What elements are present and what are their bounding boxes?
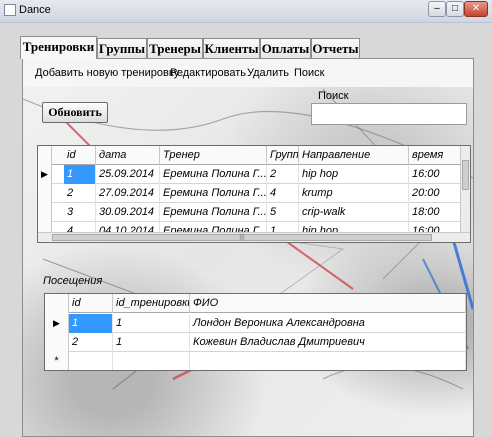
cell-time[interactable]: 16:00: [409, 165, 461, 184]
cell-id[interactable]: 1: [64, 165, 96, 184]
new-row[interactable]: *: [45, 352, 466, 370]
app-icon: [4, 4, 16, 16]
current-row-indicator: ▶: [38, 165, 52, 184]
column-header-full-name[interactable]: ФИО: [190, 294, 466, 313]
menu-delete[interactable]: Удалить: [247, 67, 289, 79]
cell-trainer[interactable]: Еремина Полина Г...: [160, 184, 267, 203]
tab-trainings[interactable]: Тренировки: [20, 36, 97, 59]
visits-label: Посещения: [43, 275, 103, 287]
cell-full-name[interactable]: Кожевин Владислав Дмитриевич: [190, 333, 466, 352]
search-label: Поиск: [318, 90, 349, 102]
column-header-id[interactable]: id: [64, 146, 96, 165]
tab-clients[interactable]: Клиенты: [203, 38, 260, 58]
visits-grid[interactable]: id id_тренировки ФИО ▶ 1 1 Лондон Верони…: [44, 293, 467, 371]
table-row[interactable]: ▶ 1 1 Лондон Вероника Александровна: [45, 314, 466, 333]
menu-add-training[interactable]: Добавить новую тренировку: [35, 67, 179, 79]
row-header: [38, 184, 52, 203]
column-header-trainer[interactable]: Тренер: [160, 146, 267, 165]
cell-date[interactable]: 27.09.2014: [96, 184, 160, 203]
minimize-button[interactable]: –: [428, 1, 446, 17]
horizontal-scroll-thumb[interactable]: |||: [52, 234, 432, 241]
cell-id[interactable]: 2: [69, 333, 113, 352]
cell-training-id[interactable]: 1: [113, 314, 190, 333]
table-row[interactable]: 2 27.09.2014 Еремина Полина Г... 4 krump…: [38, 184, 470, 203]
cell-direction[interactable]: krump: [299, 184, 409, 203]
column-header-time[interactable]: время: [409, 146, 461, 165]
cell-direction[interactable]: hip hop: [299, 165, 409, 184]
table-row[interactable]: 3 30.09.2014 Еремина Полина Г... 5 crip-…: [38, 203, 470, 222]
table-row[interactable]: ▶ 1 25.09.2014 Еремина Полина Г... 2 hip…: [38, 165, 470, 184]
trainings-header-row: id дата Тренер Группа Направление время: [38, 146, 470, 165]
menu-search[interactable]: Поиск: [294, 67, 324, 79]
column-header-direction[interactable]: Направление: [299, 146, 409, 165]
cell-id[interactable]: 2: [64, 184, 96, 203]
window-title: Dance: [19, 4, 51, 16]
cell-full-name[interactable]: Лондон Вероника Александровна: [190, 314, 466, 333]
cell-time[interactable]: 18:00: [409, 203, 461, 222]
cell-training-id[interactable]: [113, 352, 190, 370]
cell-group[interactable]: 2: [267, 165, 299, 184]
table-row[interactable]: 2 1 Кожевин Владислав Дмитриевич: [45, 333, 466, 352]
close-button[interactable]: ✕: [464, 1, 488, 17]
cell-id[interactable]: 1: [69, 314, 113, 333]
cell-date[interactable]: 25.09.2014: [96, 165, 160, 184]
maximize-button[interactable]: □: [446, 1, 464, 17]
visits-header-row: id id_тренировки ФИО: [45, 294, 466, 313]
tab-reports[interactable]: Отчеты: [311, 38, 360, 58]
vertical-scrollbar[interactable]: [460, 146, 470, 232]
cell-direction[interactable]: crip-walk: [299, 203, 409, 222]
new-row-indicator: *: [45, 352, 69, 370]
cell-full-name[interactable]: [190, 352, 466, 370]
cell-trainer[interactable]: Еремина Полина Г...: [160, 203, 267, 222]
search-input[interactable]: [311, 103, 467, 125]
vertical-scroll-thumb[interactable]: [462, 160, 469, 190]
menu-bar: Добавить новую тренировку Редактировать …: [23, 59, 473, 87]
trainings-panel: Добавить новую тренировку Редактировать …: [22, 58, 474, 437]
trainings-grid[interactable]: id дата Тренер Группа Направление время …: [37, 145, 471, 243]
tab-groups[interactable]: Группы: [97, 38, 147, 58]
horizontal-scrollbar[interactable]: |||: [38, 232, 470, 242]
cell-group[interactable]: 5: [267, 203, 299, 222]
tab-payments[interactable]: Оплаты: [260, 38, 311, 58]
cell-time[interactable]: 20:00: [409, 184, 461, 203]
tab-trainers[interactable]: Тренеры: [147, 38, 203, 58]
row-header-corner: [45, 294, 69, 313]
row-header-corner: [38, 146, 52, 165]
cell-trainer[interactable]: Еремина Полина Г...: [160, 165, 267, 184]
column-header-training-id[interactable]: id_тренировки: [113, 294, 190, 313]
row-header: [38, 203, 52, 222]
refresh-button[interactable]: Обновить: [42, 102, 108, 123]
column-header-group[interactable]: Группа: [267, 146, 299, 165]
cell-id[interactable]: [69, 352, 113, 370]
title-bar: Dance – □ ✕: [0, 0, 492, 23]
column-header-date[interactable]: дата: [96, 146, 160, 165]
cell-training-id[interactable]: 1: [113, 333, 190, 352]
cell-id[interactable]: 3: [64, 203, 96, 222]
cell-date[interactable]: 30.09.2014: [96, 203, 160, 222]
menu-edit[interactable]: Редактировать: [170, 67, 246, 79]
row-header: [45, 333, 69, 352]
cell-group[interactable]: 4: [267, 184, 299, 203]
column-header-id[interactable]: id: [69, 294, 113, 313]
current-row-indicator: ▶: [45, 314, 69, 333]
